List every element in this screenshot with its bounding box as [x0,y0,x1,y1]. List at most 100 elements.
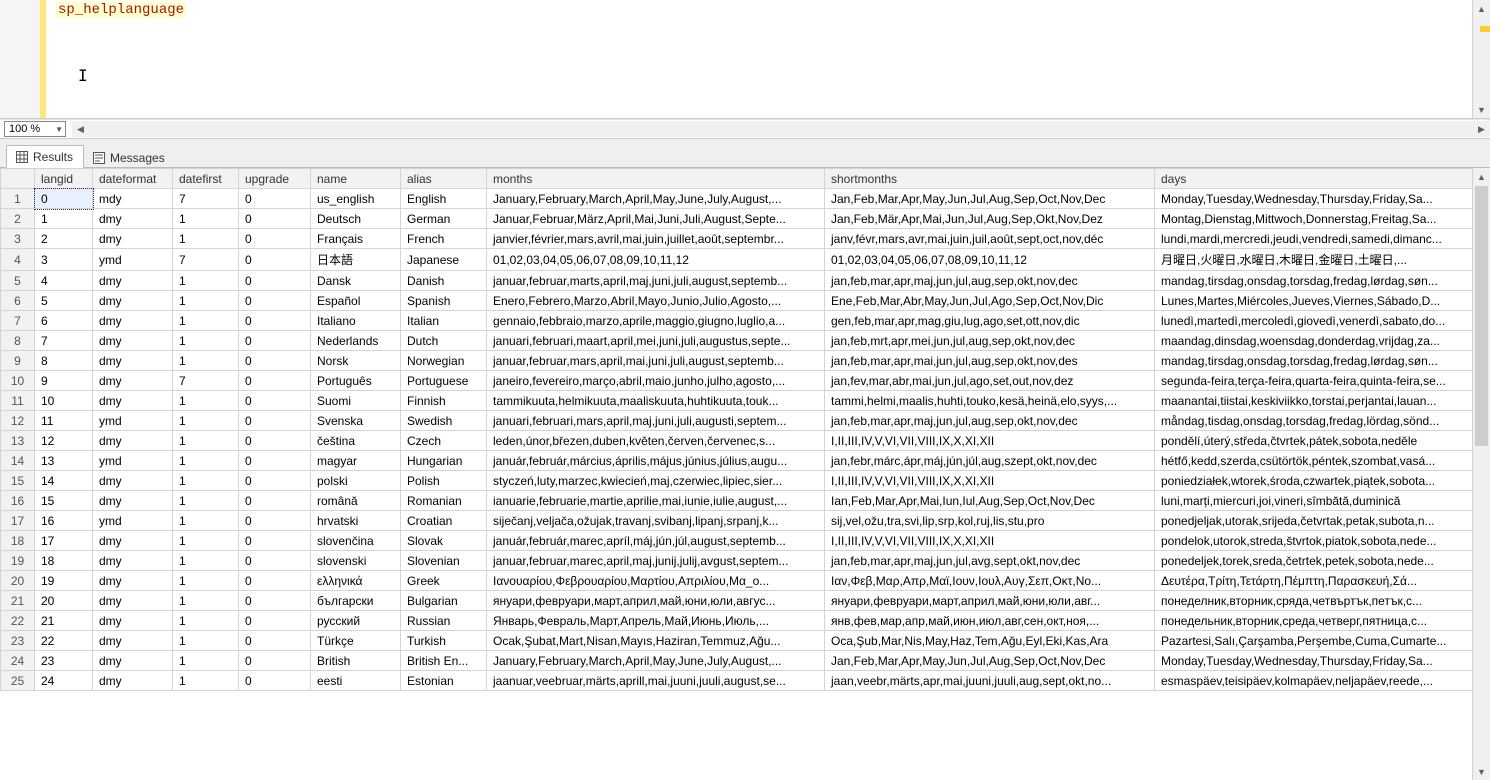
cell-days[interactable]: Δευτέρα,Τρίτη,Τετάρτη,Πέμπτη,Παρασκευή,Σ… [1155,571,1473,591]
cell-shortmonths[interactable]: jan,feb,mar,apr,maj,jun,jul,avg,sept,okt… [825,551,1155,571]
cell-name[interactable]: Português [311,371,401,391]
cell-name[interactable]: eesti [311,671,401,691]
cell-days[interactable]: Pazartesi,Salı,Çarşamba,Perşembe,Cuma,Cu… [1155,631,1473,651]
cell-shortmonths[interactable]: jan,feb,mrt,apr,mei,jun,jul,aug,sep,okt,… [825,331,1155,351]
cell-months[interactable]: január,február,marec,apríl,máj,jún,júl,a… [487,531,825,551]
table-row[interactable]: 1716ymd10hrvatskiCroatiansiječanj,veljač… [1,511,1473,531]
cell-shortmonths[interactable]: sij,vel,ožu,tra,svi,lip,srp,kol,ruj,lis,… [825,511,1155,531]
cell-upgrade[interactable]: 0 [239,411,311,431]
cell-datefirst[interactable]: 1 [173,531,239,551]
cell-langid[interactable]: 21 [35,611,93,631]
table-row[interactable]: 2221dmy10русскийRussianЯнварь,Февраль,Ма… [1,611,1473,631]
cell-days[interactable]: måndag,tisdag,onsdag,torsdag,fredag,lörd… [1155,411,1473,431]
cell-upgrade[interactable]: 0 [239,671,311,691]
cell-langid[interactable]: 23 [35,651,93,671]
cell-alias[interactable]: Slovenian [401,551,487,571]
cell-dateformat[interactable]: dmy [93,571,173,591]
cell-langid[interactable]: 20 [35,591,93,611]
cell-days[interactable]: mandag,tirsdag,onsdag,torsdag,fredag,lør… [1155,351,1473,371]
cell-months[interactable]: tammikuuta,helmikuuta,maaliskuuta,huhtik… [487,391,825,411]
cell-name[interactable]: Norsk [311,351,401,371]
cell-alias[interactable]: Swedish [401,411,487,431]
cell-langid[interactable]: 7 [35,331,93,351]
cell-months[interactable]: januar,februar,mars,april,mai,juni,juli,… [487,351,825,371]
cell-datefirst[interactable]: 1 [173,331,239,351]
cell-alias[interactable]: Romanian [401,491,487,511]
cell-name[interactable]: Italiano [311,311,401,331]
scroll-right-icon[interactable]: ▶ [1473,121,1490,137]
cell-upgrade[interactable]: 0 [239,189,311,209]
cell-shortmonths[interactable]: jan,fev,mar,abr,mai,jun,jul,ago,set,out,… [825,371,1155,391]
cell-months[interactable]: leden,únor,březen,duben,květen,červen,če… [487,431,825,451]
cell-name[interactable]: 日本語 [311,249,401,271]
cell-name[interactable]: ελληνικά [311,571,401,591]
cell-datefirst[interactable]: 1 [173,631,239,651]
cell-upgrade[interactable]: 0 [239,451,311,471]
cell-datefirst[interactable]: 1 [173,491,239,511]
cell-alias[interactable]: Bulgarian [401,591,487,611]
cell-shortmonths[interactable]: I,II,III,IV,V,VI,VII,VIII,IX,X,XI,XII [825,431,1155,451]
scroll-up-icon[interactable]: ▲ [1473,168,1490,185]
row-number[interactable]: 18 [1,531,35,551]
cell-months[interactable]: januar,februar,marec,april,maj,junij,jul… [487,551,825,571]
cell-langid[interactable]: 14 [35,471,93,491]
cell-months[interactable]: Enero,Febrero,Marzo,Abril,Mayo,Junio,Jul… [487,291,825,311]
cell-alias[interactable]: Norwegian [401,351,487,371]
cell-days[interactable]: lundi,mardi,mercredi,jeudi,vendredi,same… [1155,229,1473,249]
cell-langid[interactable]: 9 [35,371,93,391]
table-row[interactable]: 1615dmy10românăRomanianianuarie,februari… [1,491,1473,511]
table-row[interactable]: 54dmy10DanskDanishjanuar,februar,marts,a… [1,271,1473,291]
cell-name[interactable]: български [311,591,401,611]
cell-upgrade[interactable]: 0 [239,631,311,651]
cell-dateformat[interactable]: dmy [93,291,173,311]
cell-datefirst[interactable]: 7 [173,371,239,391]
cell-days[interactable]: lunedì,martedì,mercoledì,giovedì,venerdì… [1155,311,1473,331]
scroll-left-icon[interactable]: ◀ [72,121,89,137]
cell-shortmonths[interactable]: янв,фев,мар,апр,май,июн,июл,авг,сен,окт,… [825,611,1155,631]
cell-dateformat[interactable]: dmy [93,351,173,371]
cell-months[interactable]: január,február,március,április,május,jún… [487,451,825,471]
cell-name[interactable]: Español [311,291,401,311]
editor-horizontal-scrollbar[interactable]: ◀ ▶ [72,121,1490,137]
cell-upgrade[interactable]: 0 [239,491,311,511]
cell-name[interactable]: Dansk [311,271,401,291]
cell-datefirst[interactable]: 1 [173,671,239,691]
cell-days[interactable]: maanantai,tiistai,keskiviikko,torstai,pe… [1155,391,1473,411]
cell-langid[interactable]: 10 [35,391,93,411]
cell-dateformat[interactable]: ymd [93,511,173,531]
cell-days[interactable]: pondělí,úterý,středa,čtvrtek,pátek,sobot… [1155,431,1473,451]
cell-alias[interactable]: Portuguese [401,371,487,391]
cell-shortmonths[interactable]: Ene,Feb,Mar,Abr,May,Jun,Jul,Ago,Sep,Oct,… [825,291,1155,311]
cell-dateformat[interactable]: dmy [93,591,173,611]
cell-months[interactable]: styczeń,luty,marzec,kwiecień,maj,czerwie… [487,471,825,491]
cell-alias[interactable]: Greek [401,571,487,591]
cell-alias[interactable]: Slovak [401,531,487,551]
cell-datefirst[interactable]: 1 [173,391,239,411]
cell-shortmonths[interactable]: Jan,Feb,Mär,Apr,Mai,Jun,Jul,Aug,Sep,Okt,… [825,209,1155,229]
cell-name[interactable]: Français [311,229,401,249]
cell-name[interactable]: slovenčina [311,531,401,551]
cell-months[interactable]: Январь,Февраль,Март,Апрель,Май,Июнь,Июль… [487,611,825,631]
cell-dateformat[interactable]: dmy [93,611,173,631]
cell-langid[interactable]: 19 [35,571,93,591]
table-row[interactable]: 2019dmy10ελληνικάGreekΙανουαρίου,Φεβρουα… [1,571,1473,591]
rownum-header[interactable] [1,169,35,189]
table-row[interactable]: 1413ymd10magyarHungarianjanuár,február,m… [1,451,1473,471]
cell-dateformat[interactable]: dmy [93,651,173,671]
table-row[interactable]: 65dmy10EspañolSpanishEnero,Febrero,Marzo… [1,291,1473,311]
cell-datefirst[interactable]: 1 [173,411,239,431]
row-number[interactable]: 3 [1,229,35,249]
cell-dateformat[interactable]: dmy [93,671,173,691]
row-number[interactable]: 11 [1,391,35,411]
cell-months[interactable]: ianuarie,februarie,martie,aprilie,mai,iu… [487,491,825,511]
cell-name[interactable]: Deutsch [311,209,401,229]
cell-name[interactable]: us_english [311,189,401,209]
cell-days[interactable]: Monday,Tuesday,Wednesday,Thursday,Friday… [1155,651,1473,671]
cell-shortmonths[interactable]: jan,feb,mar,apr,mai,jun,jul,aug,sep,okt,… [825,351,1155,371]
cell-dateformat[interactable]: dmy [93,229,173,249]
table-row[interactable]: 2423dmy10BritishBritish En...January,Feb… [1,651,1473,671]
editor-vertical-scrollbar[interactable]: ▲ ▼ [1472,0,1490,118]
cell-months[interactable]: Ocak,Şubat,Mart,Nisan,Mayıs,Haziran,Temm… [487,631,825,651]
cell-langid[interactable]: 4 [35,271,93,291]
col-header[interactable]: months [487,169,825,189]
